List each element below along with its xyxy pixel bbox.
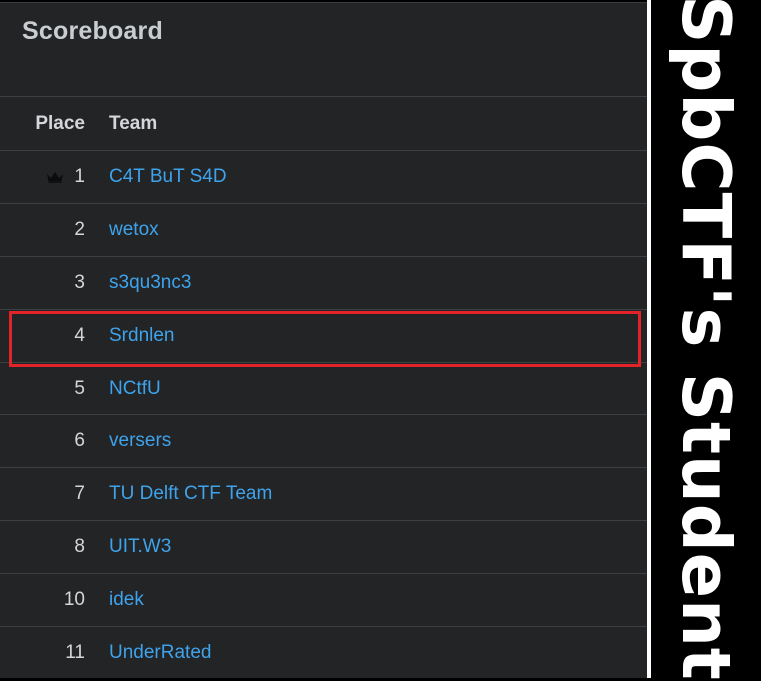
team-link[interactable]: C4T BuT S4D — [109, 151, 227, 203]
table-row: 2 wetox — [0, 202, 647, 256]
place-number: 3 — [74, 271, 85, 293]
place-cell: 11 — [65, 627, 85, 678]
team-link[interactable]: idek — [109, 574, 144, 626]
place-cell: 8 — [74, 521, 85, 573]
column-header-team: Team — [109, 112, 158, 134]
team-link[interactable]: NCtfU — [109, 363, 161, 415]
table-row: 3 s3qu3nc3 — [0, 255, 647, 309]
team-link[interactable]: Srdnlen — [109, 310, 175, 362]
place-cell: 1 — [46, 151, 85, 203]
team-link[interactable]: TU Delft CTF Team — [109, 468, 272, 520]
team-link[interactable]: UnderRated — [109, 627, 211, 678]
place-cell: 6 — [74, 415, 85, 467]
place-cell: 4 — [74, 310, 85, 362]
place-number: 11 — [65, 641, 85, 663]
place-cell: 7 — [74, 468, 85, 520]
place-number: 4 — [74, 324, 85, 346]
table-row: 4 Srdnlen — [0, 308, 647, 362]
team-link[interactable]: wetox — [109, 204, 159, 256]
table-row: 5 NCtfU — [0, 361, 647, 415]
scoreboard-title: Scoreboard — [22, 17, 163, 45]
place-cell: 5 — [74, 363, 85, 415]
table-row: 10 idek — [0, 573, 647, 626]
scoreboard-table: Place Team 1 C4T BuT S4D 2 wetox 3 s3qu3… — [0, 96, 647, 678]
side-banner: SpbCTF's Student — [651, 0, 761, 681]
place-number: 5 — [74, 377, 85, 399]
place-number: 2 — [74, 218, 85, 240]
table-row: 11 UnderRated — [0, 626, 647, 678]
place-cell: 10 — [64, 574, 85, 626]
table-row: 7 TU Delft CTF Team — [0, 467, 647, 520]
place-cell: 2 — [74, 204, 85, 256]
table-row: 8 UIT.W3 — [0, 520, 647, 573]
table-row: 6 versers — [0, 414, 647, 467]
team-link[interactable]: s3qu3nc3 — [109, 257, 191, 309]
table-header: Place Team — [0, 96, 647, 150]
place-number: 1 — [74, 165, 85, 187]
table-row: 1 C4T BuT S4D — [0, 150, 647, 203]
team-link[interactable]: versers — [109, 415, 171, 467]
column-header-place: Place — [35, 112, 85, 134]
crown-icon — [47, 171, 64, 183]
place-number: 8 — [74, 536, 85, 558]
place-number: 6 — [74, 430, 85, 452]
place-number: 7 — [74, 483, 85, 505]
team-link[interactable]: UIT.W3 — [109, 521, 171, 573]
place-cell: 3 — [74, 257, 85, 309]
scoreboard-panel: Scoreboard Place Team 1 C4T BuT S4D 2 we… — [0, 2, 647, 678]
side-caption: SpbCTF's Student — [667, 0, 745, 681]
place-number: 10 — [63, 589, 85, 611]
